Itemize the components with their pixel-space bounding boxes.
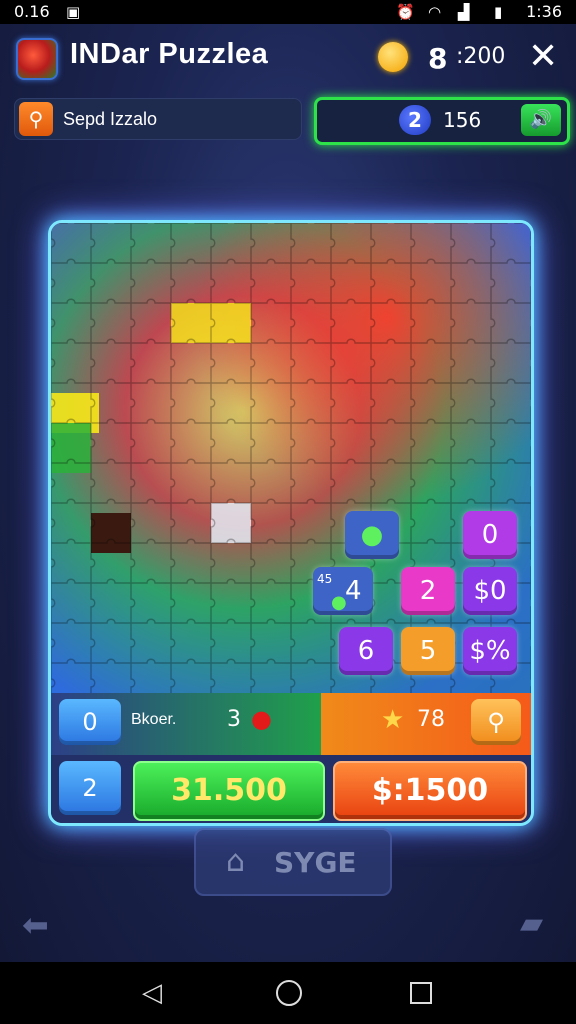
puzzle-image[interactable]: ● 0 45 ● 4 2 $0 6 5 $% xyxy=(51,223,531,693)
tile-2[interactable]: 2 xyxy=(401,567,455,615)
save-label: SYGE xyxy=(274,846,357,879)
gem-count: :200 xyxy=(456,44,506,69)
mode-label: Sepd Izzalo xyxy=(63,109,158,129)
counter-bottom-button[interactable]: 2 xyxy=(59,761,121,815)
nav-home-icon[interactable] xyxy=(276,980,302,1006)
stat-value: 3 xyxy=(227,707,241,732)
level-score: 156 xyxy=(443,108,482,132)
app-title: INDar Puzzlea xyxy=(70,38,269,70)
tile-4[interactable]: 45 ● 4 xyxy=(313,567,373,615)
wifi-icon: ◠ xyxy=(428,3,442,21)
system-navigation-bar: ◁ xyxy=(0,962,576,1024)
tile-0[interactable]: 0 xyxy=(463,511,517,559)
game-control-panel: 0 Bkoer. 3 ● ★ 78 ⚲ 2 31.500 $:1500 xyxy=(51,693,531,823)
tile-5[interactable]: 5 xyxy=(401,627,455,675)
status-clock: 1:36 xyxy=(526,2,562,21)
app-header: INDar Puzzlea 8 :200 ✕ xyxy=(0,24,576,92)
puzzle-pieces-grid xyxy=(51,223,531,693)
tile-dollar-0[interactable]: $0 xyxy=(463,567,517,615)
sound-toggle-button[interactable]: 🔊 xyxy=(521,104,561,136)
star-icon: ★ xyxy=(381,705,405,735)
green-total-button[interactable]: 31.500 xyxy=(133,761,325,821)
magnifier-icon: ⚲ xyxy=(487,708,505,736)
home-icon: ⌂ xyxy=(226,844,246,879)
hint-button[interactable]: ⚲ xyxy=(471,699,521,745)
tile-apple[interactable]: ● xyxy=(345,511,399,559)
mode-icon: ⚲ xyxy=(19,102,53,136)
puzzle-board: ● 0 45 ● 4 2 $0 6 5 $% 0 Bkoer. 3 ● ★ 78… xyxy=(48,220,534,826)
coin-icon[interactable] xyxy=(378,42,408,72)
app-logo-icon xyxy=(16,38,58,80)
red-apple-icon: ● xyxy=(251,705,272,733)
signal-icon: ▟ xyxy=(458,3,470,21)
back-arrow-icon[interactable]: ⬅ xyxy=(22,906,49,944)
speaker-icon: 🔊 xyxy=(529,109,553,130)
stat-label: Bkoer. xyxy=(131,711,177,728)
level-badge: 2 xyxy=(399,105,431,135)
gem-icon: 8 xyxy=(428,42,448,75)
level-panel: 2 156 🔊 xyxy=(314,97,570,145)
chat-icon[interactable]: ▰ xyxy=(520,906,543,941)
alarm-icon: ⏰ xyxy=(396,3,415,21)
tile-dollar-percent[interactable]: $% xyxy=(463,627,517,675)
gallery-icon: ▣ xyxy=(66,3,81,21)
close-button[interactable]: ✕ xyxy=(528,36,558,77)
status-bar: 0.16 ▣ ⏰ ◠ ▟ ▮ 1:36 xyxy=(0,0,576,24)
star-value: 78 xyxy=(417,707,445,732)
nav-recents-icon[interactable] xyxy=(410,982,432,1004)
orange-total-button[interactable]: $:1500 xyxy=(333,761,527,821)
status-time-left: 0.16 xyxy=(14,2,50,21)
tile-6[interactable]: 6 xyxy=(339,627,393,675)
battery-icon: ▮ xyxy=(494,3,503,21)
nav-back-icon[interactable]: ◁ xyxy=(142,978,162,1008)
green-apple-icon: ● xyxy=(360,520,384,550)
tile-small-label: 45 xyxy=(317,572,333,586)
mode-selector[interactable]: ⚲ Sepd Izzalo xyxy=(14,98,302,140)
save-button[interactable]: ⌂ SYGE xyxy=(194,828,392,896)
tile-label: 4 xyxy=(345,576,362,606)
counter-top-button[interactable]: 0 xyxy=(59,699,121,745)
